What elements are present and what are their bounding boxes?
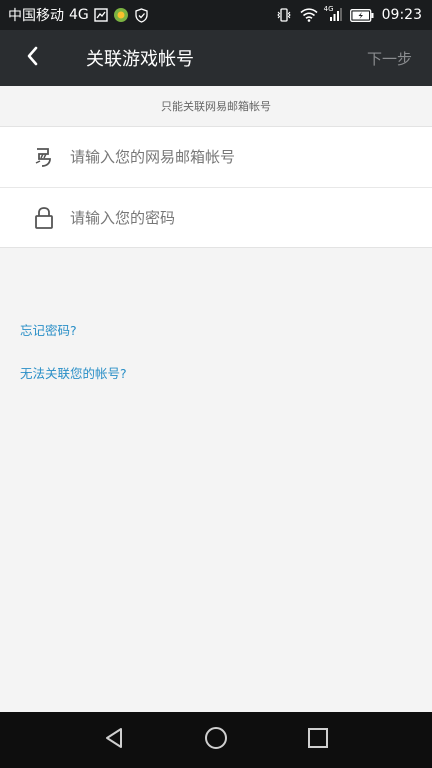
carrier-label: 中国移动 — [8, 8, 64, 24]
nav-home-button[interactable] — [196, 720, 236, 760]
nav-back-button[interactable] — [94, 720, 134, 760]
network-small-label: 4G — [323, 5, 334, 13]
network-label: 4G — [69, 7, 89, 23]
page-title: 关联游戏帐号 — [86, 49, 194, 70]
wifi-icon — [300, 8, 318, 22]
cannot-link-account-link[interactable]: 无法关联您的帐号? — [20, 363, 127, 382]
password-input[interactable] — [68, 208, 392, 228]
system-nav-bar — [0, 712, 432, 768]
back-button[interactable] — [0, 30, 64, 86]
nav-recent-square-icon — [307, 727, 329, 753]
app-notification-icon — [113, 7, 129, 23]
forgot-password-link[interactable]: 忘记密码? — [20, 320, 77, 339]
email-row — [0, 127, 432, 187]
next-step-button[interactable]: 下一步 — [367, 48, 432, 69]
login-form — [0, 126, 432, 248]
shield-check-icon — [134, 7, 149, 23]
battery-icon — [349, 8, 374, 22]
password-row — [0, 187, 432, 248]
clock: 09:23 — [381, 7, 422, 23]
nav-home-circle-icon — [204, 726, 228, 754]
netease-only-hint: 只能关联网易邮箱帐号 — [0, 86, 432, 126]
email-input[interactable] — [68, 147, 392, 167]
nav-back-triangle-icon — [103, 726, 125, 754]
lock-icon — [30, 206, 58, 230]
nav-recent-button[interactable] — [298, 720, 338, 760]
image-notification-icon — [94, 8, 108, 22]
cell-signal-icon: 4G — [323, 5, 342, 22]
app-header: 关联游戏帐号 下一步 — [0, 30, 432, 86]
vibrate-icon — [276, 7, 292, 23]
hint-text: 只能关联网易邮箱帐号 — [161, 100, 271, 113]
back-arrow-icon — [25, 45, 39, 71]
netease-logo-icon — [30, 146, 58, 168]
status-bar: 中国移动 4G 4G 09:23 — [0, 0, 432, 30]
